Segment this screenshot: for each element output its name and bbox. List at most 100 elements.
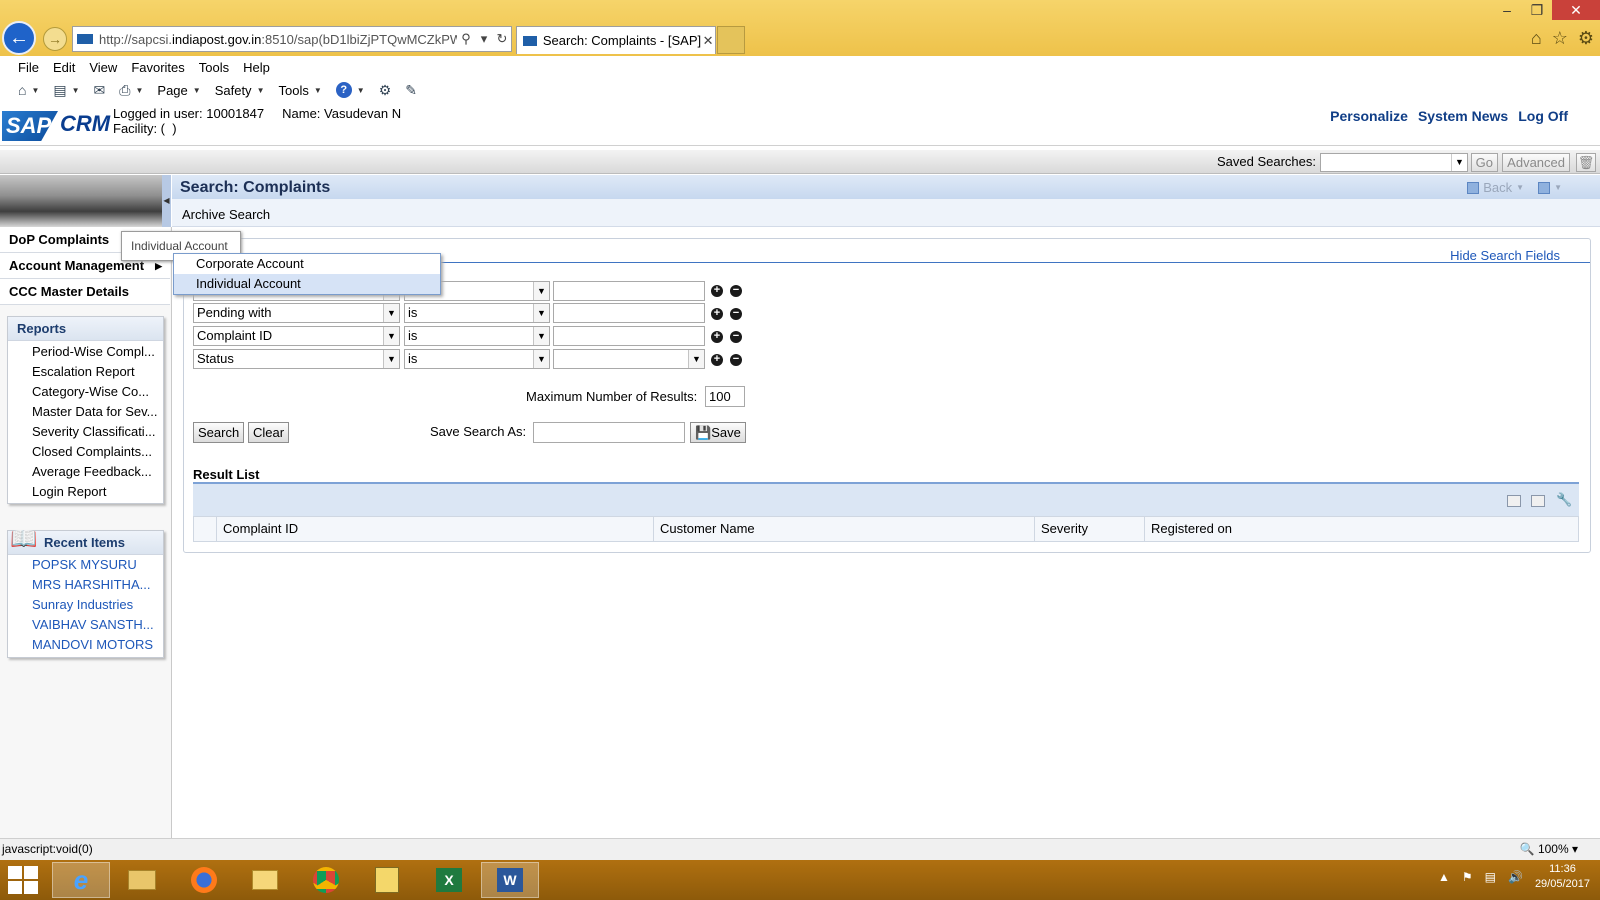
address-bar[interactable]: http://sapcsi.indiapost.gov.in:8510/sap(…	[72, 26, 512, 52]
add-row-icon[interactable]: +	[711, 331, 723, 343]
remove-row-icon[interactable]: −	[730, 331, 742, 343]
search-icon[interactable]: ⚲	[457, 31, 475, 47]
show-hidden-icons-icon[interactable]: ▲	[1438, 870, 1450, 884]
safety-menu[interactable]: Safety ▼	[215, 83, 265, 98]
page-menu[interactable]: Page ▼	[157, 83, 200, 98]
menu-favorites[interactable]: Favorites	[131, 60, 194, 75]
criteria-operator-select[interactable]: is ▼	[404, 349, 550, 369]
clear-button[interactable]: Clear	[248, 422, 290, 443]
menu-tools[interactable]: Tools	[199, 60, 239, 75]
search-button[interactable]: Search	[193, 422, 245, 443]
recent-item-link[interactable]: VAIBHAV SANSTH...	[8, 615, 163, 635]
internet-explorer-icon[interactable]: e	[52, 862, 110, 898]
forward-arrow-icon[interactable]: →	[43, 27, 67, 51]
settings-gear-icon[interactable]: ⚙	[1578, 28, 1594, 49]
criteria-operator-select[interactable]: is ▼	[404, 303, 550, 323]
criteria-value-input[interactable]	[553, 281, 705, 301]
word-icon[interactable]: W	[481, 862, 539, 898]
restore-icon[interactable]: ❐	[1522, 0, 1552, 20]
back-arrow-icon[interactable]: ←	[2, 21, 36, 55]
report-link[interactable]: Closed Complaints...	[8, 442, 163, 462]
add-row-icon[interactable]: +	[711, 285, 723, 297]
excel-icon[interactable]: X	[420, 862, 478, 898]
settings-wrench-icon[interactable]: 🔧	[1556, 492, 1572, 507]
criteria-value-select[interactable]: ▼	[553, 349, 705, 369]
address-url[interactable]: http://sapcsi.indiapost.gov.in:8510/sap(…	[99, 32, 457, 47]
volume-icon[interactable]: 🔊	[1508, 870, 1523, 884]
translate-command[interactable]: ✎	[405, 82, 417, 99]
criteria-value-input[interactable]	[553, 303, 705, 323]
criteria-value-input[interactable]	[553, 326, 705, 346]
research-command[interactable]: ⚙	[379, 82, 392, 99]
dropdown-arrow-icon[interactable]: ▾	[475, 31, 493, 47]
network-icon[interactable]: ▤	[1485, 870, 1496, 884]
max-results-input[interactable]: 100	[705, 386, 745, 407]
new-tab-button[interactable]	[717, 26, 745, 54]
flag-icon[interactable]: ⚑	[1462, 870, 1473, 884]
criteria-operator-select[interactable]: is ▼	[404, 326, 550, 346]
recent-item-link[interactable]: POPSK MYSURU	[8, 555, 163, 575]
recent-item-link[interactable]: Sunray Industries	[8, 595, 163, 615]
browser-tab-active[interactable]: Search: Complaints - [SAP] ✕	[516, 26, 716, 54]
mail-command[interactable]: ✉	[94, 82, 106, 99]
close-tab-icon[interactable]: ✕	[701, 33, 715, 49]
report-link[interactable]: Escalation Report	[8, 362, 163, 382]
home-icon[interactable]: ⌂	[1531, 28, 1542, 49]
saved-searches-select[interactable]: ▼	[1320, 153, 1468, 172]
menu-file[interactable]: File	[18, 60, 49, 75]
remove-row-icon[interactable]: −	[730, 354, 742, 366]
column-header-complaint-id[interactable]: Complaint ID	[216, 516, 653, 542]
criteria-field-select[interactable]: Status ▼	[193, 349, 400, 369]
column-header-severity[interactable]: Severity	[1034, 516, 1144, 542]
column-header-registered-on[interactable]: Registered on	[1144, 516, 1579, 542]
save-search-as-input[interactable]	[533, 422, 685, 443]
print-command[interactable]: ⎙ ▼	[119, 82, 143, 99]
submenu-individual-account[interactable]: Individual Account	[174, 274, 440, 294]
advanced-button[interactable]: Advanced	[1502, 153, 1570, 172]
log-off-link[interactable]: Log Off	[1518, 108, 1568, 124]
criteria-field-select[interactable]: Pending with ▼	[193, 303, 400, 323]
start-windows-icon[interactable]	[8, 866, 38, 894]
minimize-icon[interactable]: –	[1492, 0, 1522, 20]
help-command[interactable]: ? ▼	[335, 82, 365, 98]
report-link[interactable]: Average Feedback...	[8, 462, 163, 482]
menu-view[interactable]: View	[89, 60, 127, 75]
menu-edit[interactable]: Edit	[53, 60, 85, 75]
home-command[interactable]: ⌂ ▼	[18, 82, 39, 98]
report-link[interactable]: Login Report	[8, 482, 163, 502]
delete-saved-search-icon[interactable]: 🗑	[1576, 153, 1596, 172]
archive-search-link[interactable]: Archive Search	[182, 207, 270, 222]
personalize-link[interactable]: Personalize	[1330, 108, 1408, 124]
zoom-control[interactable]: 🔍 100% ▾	[1520, 842, 1578, 856]
sticky-notes-icon[interactable]	[358, 862, 416, 898]
refresh-icon[interactable]: ↻	[493, 31, 511, 47]
add-row-icon[interactable]: +	[711, 308, 723, 320]
column-header-customer-name[interactable]: Customer Name	[653, 516, 1034, 542]
system-news-link[interactable]: System News	[1418, 108, 1508, 124]
go-button[interactable]: Go	[1470, 153, 1498, 172]
menu-help[interactable]: Help	[243, 60, 280, 75]
nav-ccc-master-details[interactable]: CCC Master Details	[0, 279, 170, 305]
criteria-field-select[interactable]: Complaint ID ▼	[193, 326, 400, 346]
save-button[interactable]: 💾Save	[690, 422, 746, 443]
report-link[interactable]: Severity Classificati...	[8, 422, 163, 442]
chrome-icon[interactable]	[297, 862, 355, 898]
remove-row-icon[interactable]: −	[730, 285, 742, 297]
hide-search-fields-link[interactable]: Hide Search Fields	[1450, 248, 1560, 263]
feeds-command[interactable]: ▤ ▼	[53, 82, 79, 99]
print-list-icon[interactable]	[1531, 495, 1545, 507]
tools-menu[interactable]: Tools ▼	[278, 83, 321, 98]
recent-item-link[interactable]: MANDOVI MOTORS	[8, 635, 163, 655]
add-row-icon[interactable]: +	[711, 354, 723, 366]
collapse-nav-icon[interactable]: ◀	[162, 175, 171, 227]
favorites-star-icon[interactable]: ☆	[1552, 28, 1568, 49]
report-link[interactable]: Master Data for Sev...	[8, 402, 163, 422]
clock[interactable]: 11:36 29/05/2017	[1535, 862, 1590, 892]
close-window-icon[interactable]: ✕	[1552, 0, 1600, 20]
file-explorer-icon[interactable]	[113, 862, 171, 898]
remove-row-icon[interactable]: −	[730, 308, 742, 320]
report-link[interactable]: Category-Wise Co...	[8, 382, 163, 402]
report-link[interactable]: Period-Wise Compl...	[8, 342, 163, 362]
back-navigation[interactable]: Back ▼ ▼	[1467, 180, 1562, 195]
firefox-icon[interactable]	[175, 862, 233, 898]
